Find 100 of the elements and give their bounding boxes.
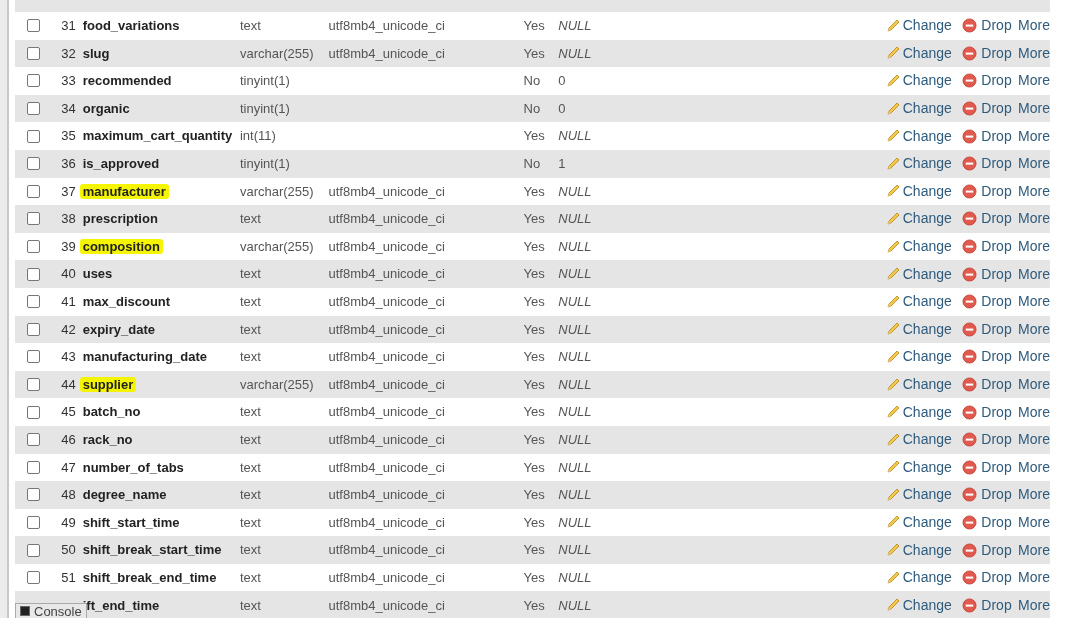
change-link[interactable]: Change <box>884 456 963 478</box>
more-link[interactable]: More <box>1018 374 1050 395</box>
column-number: 49 <box>61 514 76 530</box>
change-link[interactable]: Change <box>884 484 963 506</box>
row-checkbox[interactable] <box>27 184 41 198</box>
drop-link[interactable]: Drop <box>962 594 1019 616</box>
more-link[interactable]: More <box>1018 567 1050 589</box>
more-link[interactable]: More <box>1018 153 1050 175</box>
pencil-icon <box>884 73 901 89</box>
more-link[interactable]: More <box>1018 263 1050 285</box>
row-checkbox[interactable] <box>27 433 41 447</box>
drop-link[interactable]: Drop <box>962 125 1019 147</box>
more-link[interactable]: More <box>1018 539 1050 561</box>
row-checkbox[interactable] <box>27 322 41 336</box>
drop-link[interactable]: Drop <box>962 346 1019 368</box>
row-checkbox[interactable] <box>27 543 41 557</box>
row-checkbox[interactable] <box>27 129 41 143</box>
more-link[interactable]: More <box>1018 484 1050 506</box>
drop-link[interactable]: Drop <box>962 236 1019 258</box>
row-checkbox[interactable] <box>27 378 41 391</box>
change-link[interactable]: Change <box>884 180 963 202</box>
more-link[interactable]: More <box>1018 429 1050 451</box>
change-link[interactable]: Change <box>884 15 963 37</box>
change-link[interactable]: Change <box>884 539 963 561</box>
change-link[interactable]: Change <box>884 263 963 285</box>
row-checkbox[interactable] <box>27 516 41 529</box>
more-link[interactable]: More <box>1018 15 1050 37</box>
change-link[interactable]: Change <box>884 70 963 92</box>
change-link[interactable]: Change <box>884 567 963 589</box>
row-checkbox[interactable] <box>27 212 41 226</box>
change-link[interactable]: Change <box>884 346 963 368</box>
row-checkbox[interactable] <box>27 350 41 364</box>
more-link[interactable]: More <box>1018 208 1050 230</box>
drop-link[interactable]: Drop <box>962 15 1019 37</box>
more-link[interactable]: More <box>1018 42 1050 64</box>
drop-link[interactable]: Drop <box>962 291 1019 313</box>
drop-link[interactable]: Drop <box>962 512 1019 533</box>
null-value: Yes <box>523 18 545 34</box>
row-checkbox[interactable] <box>27 460 41 474</box>
drop-link[interactable]: Drop <box>962 98 1019 120</box>
more-link[interactable]: More <box>1018 594 1050 616</box>
change-link[interactable]: Change <box>884 125 963 147</box>
change-link[interactable]: Change <box>884 42 963 64</box>
drop-link[interactable]: Drop <box>962 263 1019 285</box>
row-checkbox[interactable] <box>27 240 41 254</box>
change-link[interactable]: Change <box>884 401 963 423</box>
drop-link[interactable]: Drop <box>962 153 1019 175</box>
more-link[interactable]: More <box>1018 236 1050 258</box>
change-link[interactable]: Change <box>884 429 963 451</box>
column-number: 38 <box>61 211 76 227</box>
row-checkbox[interactable] <box>27 488 41 502</box>
null-value: No <box>523 156 541 171</box>
drop-link[interactable]: Drop <box>962 70 1019 92</box>
column-number: 50 <box>61 542 76 558</box>
column-number: 51 <box>61 569 76 585</box>
more-link[interactable]: More <box>1018 291 1050 313</box>
more-link[interactable]: More <box>1018 98 1050 120</box>
drop-link[interactable]: Drop <box>962 208 1019 230</box>
drop-link[interactable]: Drop <box>962 180 1019 202</box>
drop-link[interactable]: Drop <box>962 539 1019 561</box>
row-checkbox[interactable] <box>27 102 41 116</box>
row-checkbox[interactable] <box>27 405 41 419</box>
drop-link[interactable]: Drop <box>962 374 1019 395</box>
null-value: Yes <box>523 321 545 337</box>
drop-link[interactable]: Drop <box>962 429 1019 451</box>
more-link[interactable]: More <box>1018 180 1050 202</box>
more-link[interactable]: More <box>1018 125 1050 147</box>
drop-link[interactable]: Drop <box>962 456 1019 478</box>
change-link[interactable]: Change <box>884 236 963 258</box>
change-link[interactable]: Change <box>884 98 963 120</box>
change-link[interactable]: Change <box>884 512 963 533</box>
more-link[interactable]: More <box>1018 512 1050 533</box>
pencil-icon <box>884 238 901 255</box>
change-link[interactable]: Change <box>884 594 963 616</box>
drop-link[interactable]: Drop <box>962 567 1019 589</box>
change-link[interactable]: Change <box>884 318 963 340</box>
more-link[interactable]: More <box>1018 401 1050 423</box>
row-checkbox[interactable] <box>27 267 41 281</box>
null-value: Yes <box>523 542 545 558</box>
row-checkbox[interactable] <box>27 571 41 585</box>
more-link[interactable]: More <box>1018 70 1050 92</box>
change-link[interactable]: Change <box>884 208 963 230</box>
more-link[interactable]: More <box>1018 456 1050 478</box>
drop-link[interactable]: Drop <box>962 42 1019 64</box>
console-tab[interactable]: Console <box>15 603 87 618</box>
row-checkbox[interactable] <box>27 74 41 88</box>
row-checkbox[interactable] <box>27 295 41 309</box>
more-link[interactable]: More <box>1018 318 1050 340</box>
null-value: Yes <box>523 183 545 199</box>
change-link[interactable]: Change <box>884 291 963 313</box>
drop-link[interactable]: Drop <box>962 401 1019 423</box>
more-link[interactable]: More <box>1018 346 1050 368</box>
null-value: Yes <box>523 514 545 530</box>
row-checkbox[interactable] <box>27 19 41 33</box>
drop-link[interactable]: Drop <box>962 318 1019 340</box>
change-link[interactable]: Change <box>884 153 963 175</box>
row-checkbox[interactable] <box>27 157 41 171</box>
drop-link[interactable]: Drop <box>962 484 1019 506</box>
change-link[interactable]: Change <box>884 374 963 395</box>
row-checkbox[interactable] <box>27 46 41 60</box>
